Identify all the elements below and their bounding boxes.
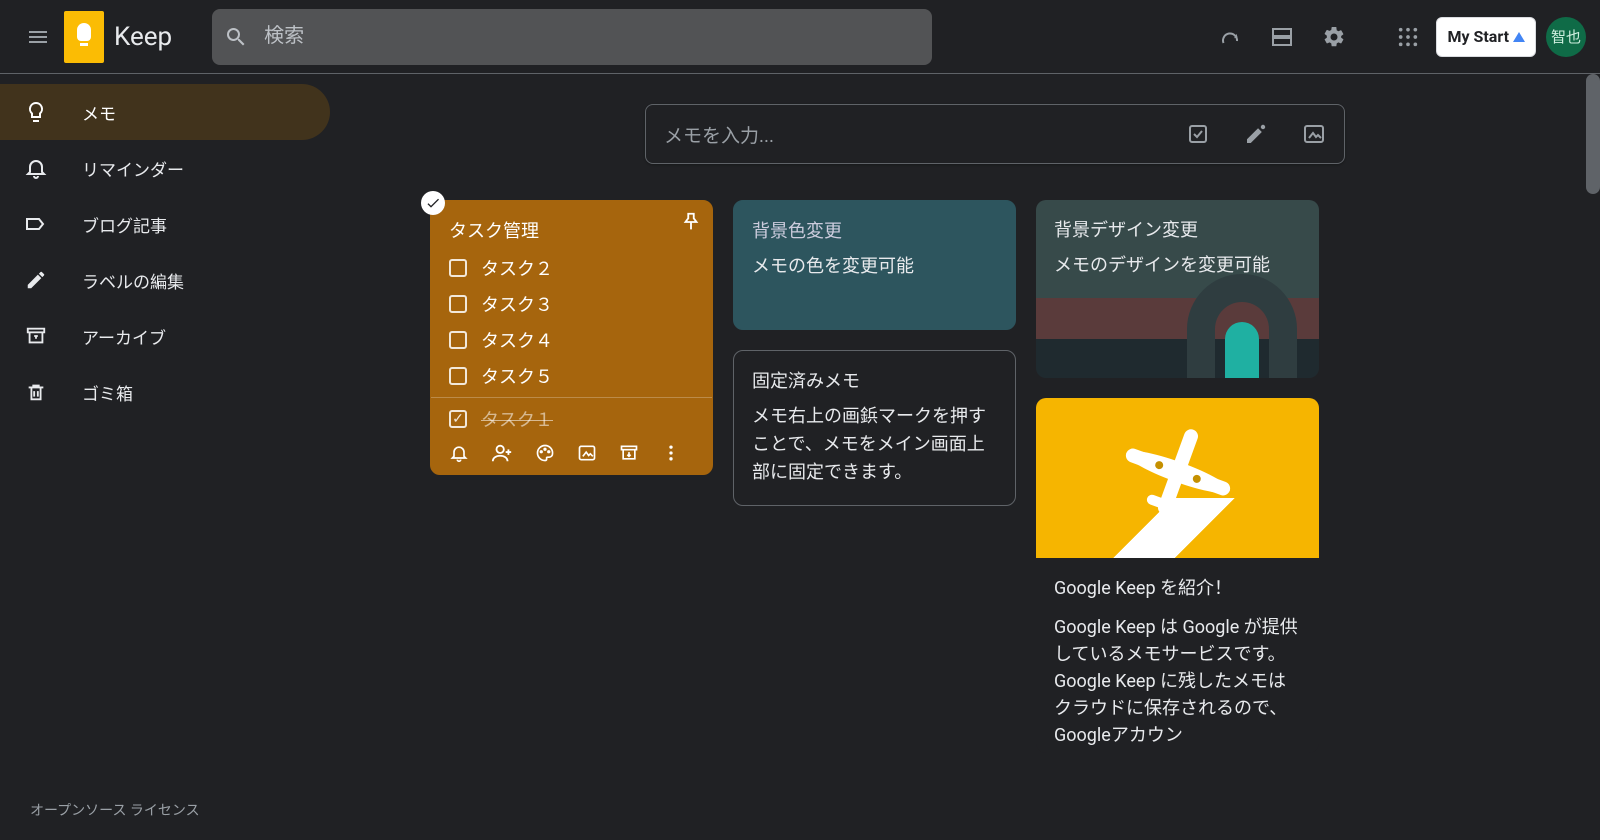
card-body: メモの色を変更可能	[752, 253, 997, 281]
task-list: タスク２ タスク３ タスク４ タスク５	[449, 255, 694, 389]
sidebar-item-label: リマインダー	[82, 156, 184, 181]
pencil-icon	[24, 269, 48, 291]
select-note-check-icon[interactable]	[421, 191, 445, 215]
sidebar-item-label: ブログ記事	[82, 212, 167, 237]
card-body-p1: Google Keep は Google が提供しているメモサービスです。	[1054, 614, 1301, 668]
header-actions: My Start 智也	[1206, 13, 1586, 61]
task-label: タスク２	[481, 255, 553, 281]
mystart-play-icon	[1513, 32, 1525, 42]
sidebar-item-label: ゴミ箱	[82, 380, 133, 405]
divider	[431, 397, 712, 398]
note-card-bgdesign[interactable]: 背景デザイン変更 メモのデザインを変更可能	[1036, 200, 1319, 378]
keep-logo-icon	[64, 11, 104, 63]
task-label: タスク４	[481, 327, 553, 353]
mystart-button[interactable]: My Start	[1436, 17, 1536, 57]
note-card-bgcolor[interactable]: 背景色変更 メモの色を変更可能	[733, 200, 1016, 330]
more-icon[interactable]	[661, 443, 681, 463]
image-icon[interactable]	[577, 443, 597, 463]
archive-icon	[24, 325, 48, 347]
app-logo-block[interactable]: Keep	[64, 11, 172, 63]
app-header: Keep My Start 智也	[0, 0, 1600, 74]
google-apps-icon[interactable]	[1384, 13, 1432, 61]
sidebar-item-notes[interactable]: メモ	[0, 84, 330, 140]
task-item[interactable]: タスク４	[449, 327, 694, 353]
new-drawing-icon[interactable]	[1244, 122, 1268, 146]
open-source-link[interactable]: オープンソース ライセンス	[30, 800, 200, 820]
card-title: 背景デザイン変更	[1054, 216, 1301, 242]
collaborator-icon[interactable]	[491, 442, 513, 464]
scrollbar[interactable]	[1586, 74, 1600, 194]
settings-icon[interactable]	[1310, 13, 1358, 61]
search-icon	[224, 25, 248, 49]
task-label: タスク１	[481, 406, 553, 432]
new-image-icon[interactable]	[1302, 122, 1326, 146]
sidebar-item-trash[interactable]: ゴミ箱	[0, 364, 330, 420]
bell-icon	[24, 156, 48, 180]
card-body-p2: Google Keep に残したメモはクラウドに保存されるので、Googleアカ…	[1054, 668, 1301, 749]
take-note-placeholder: メモを入力...	[664, 121, 1186, 148]
task-item-done[interactable]: タスク１	[449, 406, 694, 432]
task-item[interactable]: タスク５	[449, 363, 694, 389]
search-bar[interactable]	[212, 9, 932, 65]
sidebar-item-label: ラベルの編集	[82, 268, 184, 293]
checkbox-icon[interactable]	[449, 259, 467, 277]
card-title: タスク管理	[449, 217, 694, 243]
checkbox-icon[interactable]	[449, 295, 467, 313]
archive-icon[interactable]	[619, 443, 639, 463]
sidebar-item-label: メモ	[82, 100, 116, 125]
sidebar-item-label-blog[interactable]: ブログ記事	[0, 196, 330, 252]
task-item[interactable]: タスク２	[449, 255, 694, 281]
task-item[interactable]: タスク３	[449, 291, 694, 317]
sidebar-item-label: アーカイブ	[82, 324, 166, 349]
account-avatar[interactable]: 智也	[1546, 17, 1586, 57]
mystart-label: My Start	[1447, 27, 1509, 46]
checkbox-checked-icon[interactable]	[449, 410, 467, 428]
sidebar: メモ リマインダー ブログ記事 ラベルの編集 アーカイブ ゴミ箱 オープンソース…	[0, 74, 330, 840]
refresh-sync-icon[interactable]	[1206, 13, 1254, 61]
card-body: メモのデザインを変更可能	[1054, 252, 1301, 280]
take-note-bar[interactable]: メモを入力...	[645, 104, 1345, 164]
checkbox-icon[interactable]	[449, 331, 467, 349]
palette-icon[interactable]	[535, 443, 555, 463]
sidebar-item-reminders[interactable]: リマインダー	[0, 140, 330, 196]
note-card-tasks[interactable]: タスク管理 タスク２ タスク３ タスク４ タスク５ タスク１	[430, 200, 713, 475]
card-body: メモ右上の画鋲マークを押すことで、メモをメイン画面上部に固定できます。	[752, 403, 997, 487]
task-label: タスク３	[481, 291, 553, 317]
card-toolbar	[449, 442, 694, 464]
search-input[interactable]	[264, 25, 920, 48]
label-icon	[24, 212, 48, 236]
checkbox-icon[interactable]	[449, 367, 467, 385]
lightbulb-icon	[24, 100, 48, 124]
app-title: Keep	[114, 22, 172, 52]
sidebar-item-edit-labels[interactable]: ラベルの編集	[0, 252, 330, 308]
main-menu-button[interactable]	[14, 13, 62, 61]
card-title: 背景色変更	[752, 217, 997, 243]
main-area: メモを入力... タスク管理 タスク２	[330, 74, 1600, 840]
card-title: 固定済みメモ	[752, 367, 997, 393]
view-toggle-icon[interactable]	[1258, 13, 1306, 61]
pin-icon[interactable]	[680, 211, 702, 233]
note-card-intro[interactable]: Google Keep を紹介！ Google Keep は Google が提…	[1036, 398, 1319, 753]
airplane-image	[1036, 398, 1319, 558]
card-title: Google Keep を紹介！	[1054, 574, 1301, 600]
remind-icon[interactable]	[449, 443, 469, 463]
new-list-icon[interactable]	[1186, 122, 1210, 146]
trash-icon	[24, 381, 48, 403]
task-label: タスク５	[481, 363, 553, 389]
note-card-pinned-info[interactable]: 固定済みメモ メモ右上の画鋲マークを押すことで、メモをメイン画面上部に固定できま…	[733, 350, 1016, 506]
sidebar-item-archive[interactable]: アーカイブ	[0, 308, 330, 364]
